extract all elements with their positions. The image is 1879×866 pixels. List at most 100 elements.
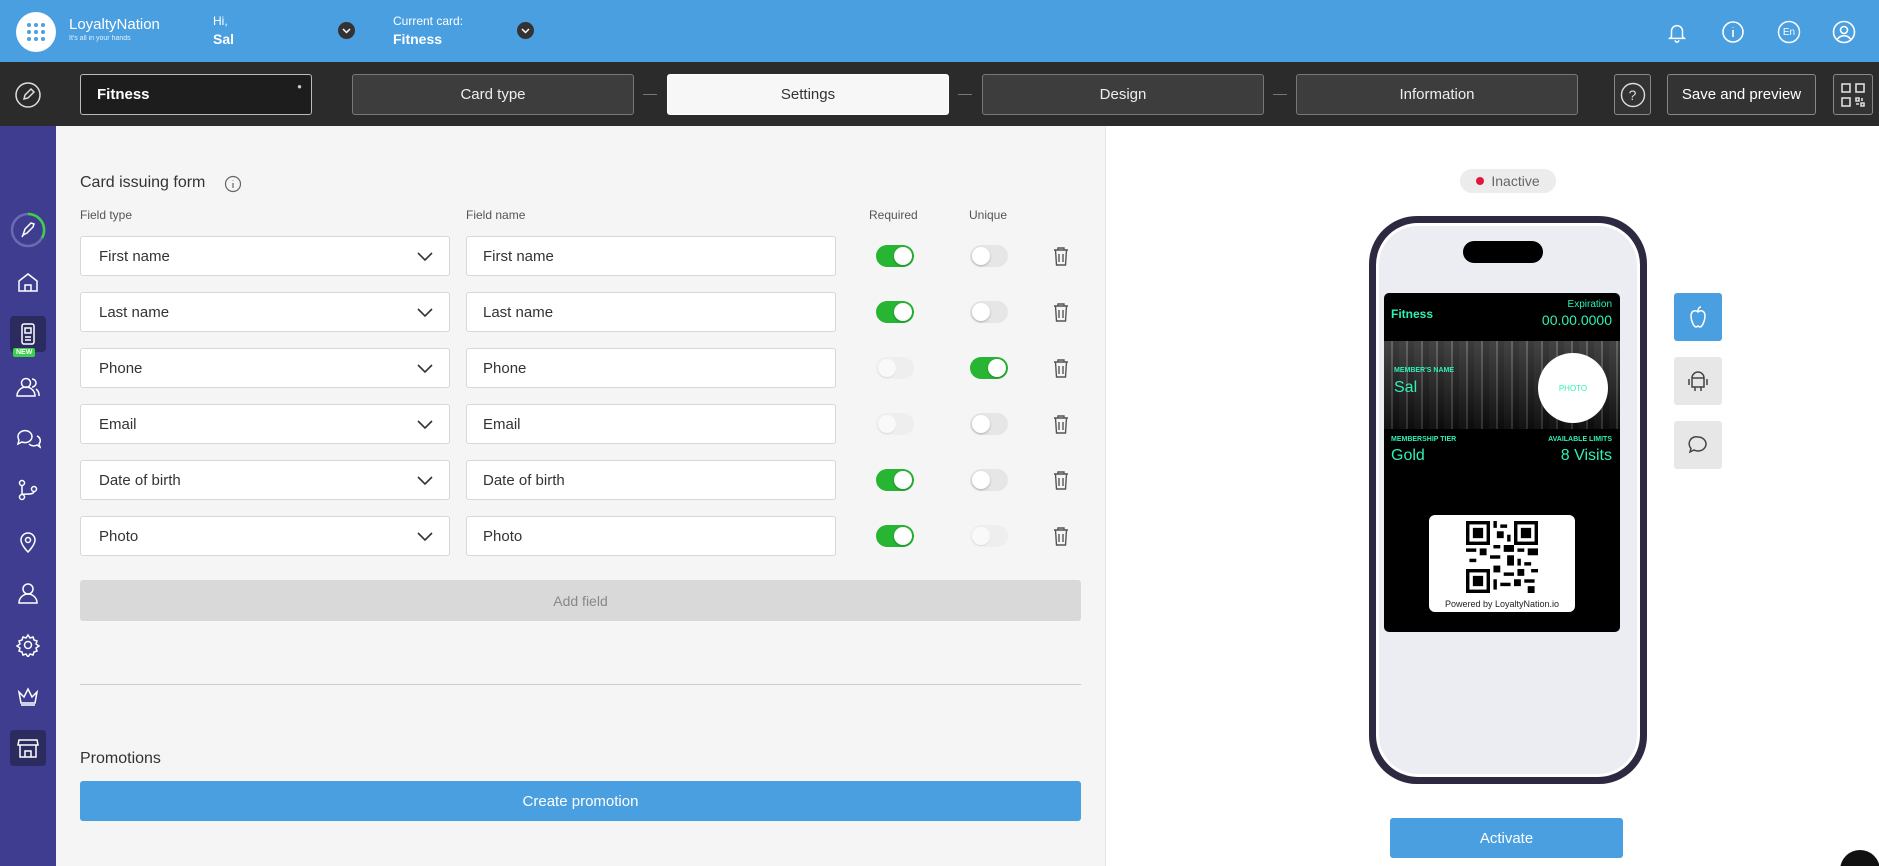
language-label: En (1782, 26, 1796, 38)
bell-icon[interactable] (1664, 19, 1690, 45)
crown-icon[interactable] (10, 678, 46, 714)
gear-icon[interactable] (10, 627, 46, 663)
required-toggle[interactable] (876, 525, 914, 547)
field-name-input[interactable]: Date of birth (466, 460, 836, 500)
help-button[interactable]: ? (1614, 74, 1651, 115)
create-promotion-button[interactable]: Create promotion (80, 781, 1081, 821)
pass-tier-label: MEMBERSHIP TIER (1391, 436, 1457, 443)
add-field-button[interactable]: Add field (80, 580, 1081, 621)
unique-toggle[interactable] (970, 301, 1008, 323)
required-column-label: Required (869, 208, 918, 222)
card-issuing-form-title: Card issuing form (80, 174, 206, 191)
field-type-select[interactable]: Date of birth (80, 460, 450, 500)
field-name-input[interactable]: Phone (466, 348, 836, 388)
field-type-select[interactable]: Email (80, 404, 450, 444)
location-pin-icon[interactable] (10, 524, 46, 560)
step-settings[interactable]: Settings (667, 74, 949, 115)
user-icon[interactable] (10, 575, 46, 611)
unique-toggle[interactable] (970, 245, 1008, 267)
onboarding-progress-icon[interactable] (10, 212, 46, 248)
section-divider (80, 684, 1081, 685)
required-toggle[interactable] (876, 469, 914, 491)
messages-icon[interactable] (10, 421, 46, 457)
field-type-select[interactable]: Phone (80, 348, 450, 388)
trash-icon[interactable] (1052, 302, 1070, 322)
activate-button[interactable]: Activate (1390, 818, 1623, 858)
step-information[interactable]: Information (1296, 74, 1578, 115)
status-badge: Inactive (1460, 169, 1556, 193)
qr-code-icon[interactable] (1833, 74, 1873, 115)
language-icon[interactable]: En (1776, 19, 1802, 45)
toggle-knob (894, 471, 912, 489)
account-icon[interactable] (1831, 19, 1857, 45)
card-switch-chevron-icon[interactable] (517, 22, 534, 39)
user-menu-chevron-icon[interactable] (338, 22, 355, 39)
trash-icon[interactable] (1052, 358, 1070, 378)
brand-tagline: It's all in your hands (69, 35, 131, 42)
current-card-label: Current card: (393, 14, 464, 28)
required-toggle[interactable] (876, 301, 914, 323)
logo-icon[interactable] (16, 12, 56, 52)
field-name-input[interactable]: First name (466, 236, 836, 276)
unique-toggle[interactable] (970, 413, 1008, 435)
toggle-knob (894, 247, 912, 265)
chat-icon[interactable] (1674, 421, 1722, 469)
trash-icon[interactable] (1052, 526, 1070, 546)
field-name-input[interactable]: Photo (466, 516, 836, 556)
toggle-knob (972, 415, 990, 433)
unique-toggle[interactable] (970, 525, 1008, 547)
pass-expiration-label: Expiration (1567, 299, 1612, 310)
trash-icon[interactable] (1052, 470, 1070, 490)
editor-toolbar: Fitness ● Card type Settings Design Info… (0, 62, 1879, 126)
field-name-value: Date of birth (483, 472, 565, 489)
toggle-knob (972, 471, 990, 489)
required-toggle[interactable] (876, 245, 914, 267)
field-type-select[interactable]: Last name (80, 292, 450, 332)
required-toggle[interactable] (876, 357, 914, 379)
form-info-icon[interactable] (224, 175, 242, 193)
step-design[interactable]: Design (982, 74, 1264, 115)
pass-tier-value: Gold (1391, 447, 1425, 464)
qr-code-icon (1466, 521, 1538, 593)
store-icon[interactable] (10, 730, 46, 766)
chevron-down-icon (417, 364, 433, 374)
toggle-knob (894, 303, 912, 321)
android-icon[interactable] (1674, 357, 1722, 405)
unique-toggle[interactable] (970, 357, 1008, 379)
card-preview-panel: Inactive Fitness Expiration 00.00.0000 M… (1105, 126, 1879, 866)
home-icon[interactable] (10, 264, 46, 300)
field-type-value: Email (99, 416, 137, 433)
field-type-select[interactable]: Photo (80, 516, 450, 556)
trash-icon[interactable] (1052, 414, 1070, 434)
field-type-value: Last name (99, 304, 170, 321)
phone-mockup: Fitness Expiration 00.00.0000 MEMBER'S N… (1369, 216, 1647, 784)
field-name-input[interactable]: Email (466, 404, 836, 444)
apple-icon[interactable] (1674, 293, 1722, 341)
customers-icon[interactable] (10, 369, 46, 405)
toggle-knob (972, 527, 990, 545)
card-name-input[interactable]: Fitness ● (80, 74, 312, 115)
wallet-pass: Fitness Expiration 00.00.0000 MEMBER'S N… (1384, 293, 1620, 632)
field-name-value: First name (483, 248, 554, 265)
edit-pencil-icon[interactable] (14, 81, 42, 109)
info-icon[interactable] (1720, 19, 1746, 45)
save-and-preview-button[interactable]: Save and preview (1667, 74, 1816, 115)
required-toggle[interactable] (876, 413, 914, 435)
pass-qr-code: Powered by LoyaltyNation.io (1429, 515, 1575, 612)
step-card-type[interactable]: Card type (352, 74, 634, 115)
field-type-value: First name (99, 248, 170, 265)
brand-name: LoyaltyNation (69, 16, 160, 33)
field-type-select[interactable]: First name (80, 236, 450, 276)
field-type-value: Photo (99, 528, 139, 545)
pass-expiration-value: 00.00.0000 (1541, 312, 1612, 328)
card-name-value: Fitness (97, 86, 150, 103)
toggle-knob (894, 527, 912, 545)
flows-icon[interactable] (10, 472, 46, 508)
cards-icon[interactable] (10, 316, 46, 352)
unique-toggle[interactable] (970, 469, 1008, 491)
toggle-knob (972, 247, 990, 265)
toggle-knob (972, 303, 990, 321)
trash-icon[interactable] (1052, 246, 1070, 266)
pass-title: Fitness (1391, 307, 1434, 321)
field-name-input[interactable]: Last name (466, 292, 836, 332)
